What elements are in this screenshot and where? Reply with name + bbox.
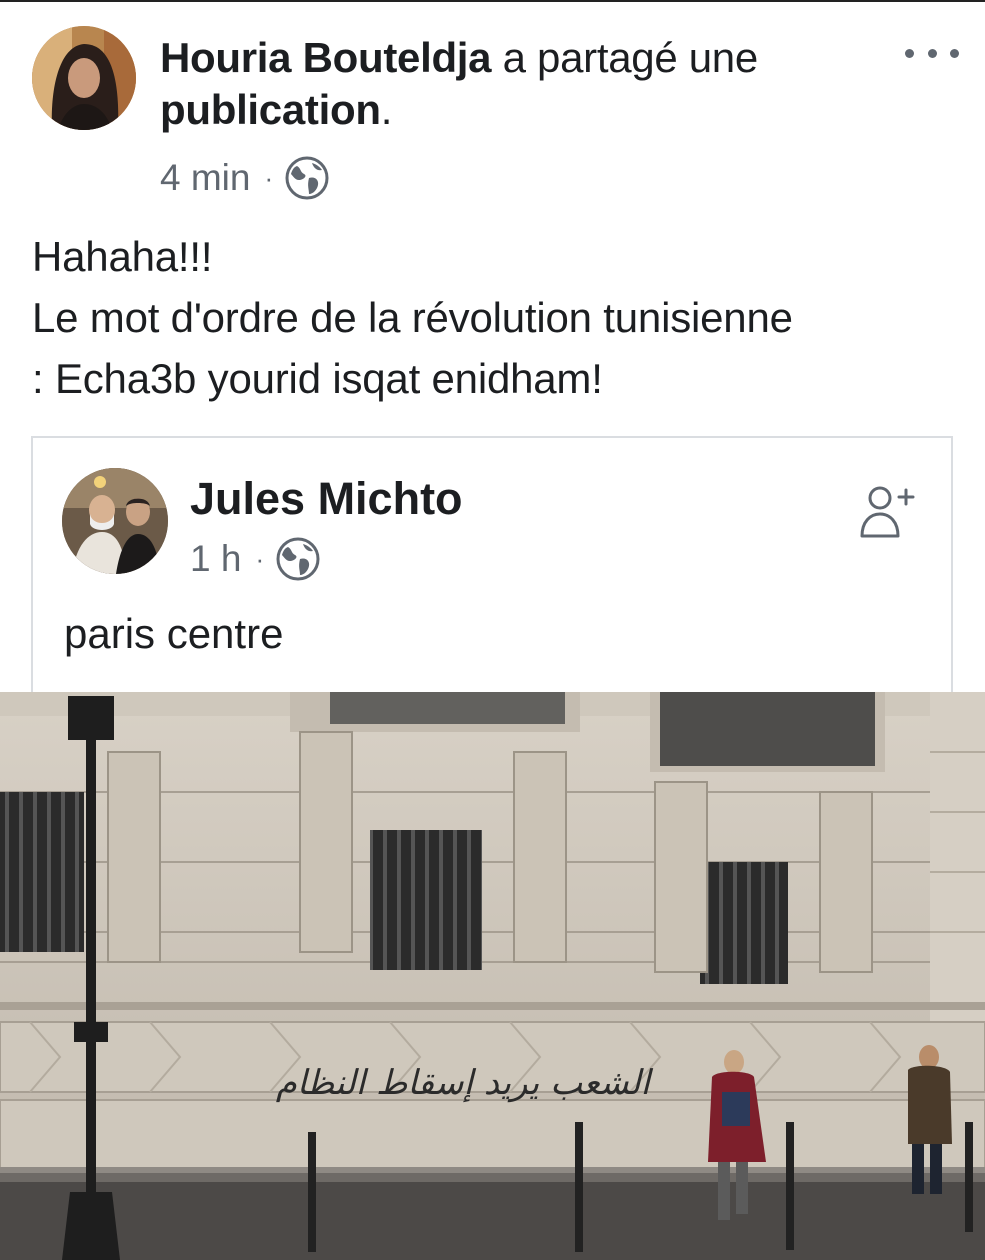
shared-author-name[interactable]: Jules Michto xyxy=(190,472,463,526)
author-avatar[interactable] xyxy=(32,26,136,130)
more-dot xyxy=(905,48,914,58)
post-meta: 4 min · xyxy=(160,156,329,200)
meta-separator: · xyxy=(255,543,265,574)
action-object-link[interactable]: publication xyxy=(160,86,381,133)
post-body: Hahaha!!! Le mot d'ordre de la révolutio… xyxy=(32,226,962,409)
shared-post-text: paris centre xyxy=(64,610,284,657)
post-text-line: Hahaha!!! xyxy=(32,233,213,280)
shared-meta: 1 h · xyxy=(190,536,320,582)
post-text-line: : Echa3b yourid isqat enidham! xyxy=(32,355,603,402)
globe-icon xyxy=(276,537,320,581)
globe-icon xyxy=(285,156,329,200)
more-dot xyxy=(927,48,937,58)
meta-separator: · xyxy=(264,162,274,193)
add-friend-icon[interactable] xyxy=(856,484,918,540)
building-facade-image: الشعب يريد إسقاط النظام xyxy=(0,692,985,1260)
graffiti-text: الشعب يريد إسقاط النظام xyxy=(276,1063,654,1103)
shared-post-card[interactable] xyxy=(31,436,953,726)
more-dot xyxy=(950,48,959,58)
action-suffix: . xyxy=(380,86,393,133)
post-timestamp[interactable]: 4 min xyxy=(160,157,250,199)
post-text-line: Le mot d'ordre de la révolution tunisien… xyxy=(32,294,793,341)
post-header-text: Houria Bouteldja a partagé une publicati… xyxy=(160,32,900,136)
top-divider xyxy=(0,0,985,2)
shared-photo[interactable]: الشعب يريد إسقاط النظام xyxy=(0,692,985,1260)
action-prefix: a partagé une xyxy=(502,34,759,81)
shared-author-avatar[interactable] xyxy=(62,468,168,574)
author-name[interactable]: Houria Bouteldja xyxy=(160,34,492,81)
more-options-icon[interactable] xyxy=(905,38,959,68)
shared-timestamp[interactable]: 1 h xyxy=(190,538,241,580)
